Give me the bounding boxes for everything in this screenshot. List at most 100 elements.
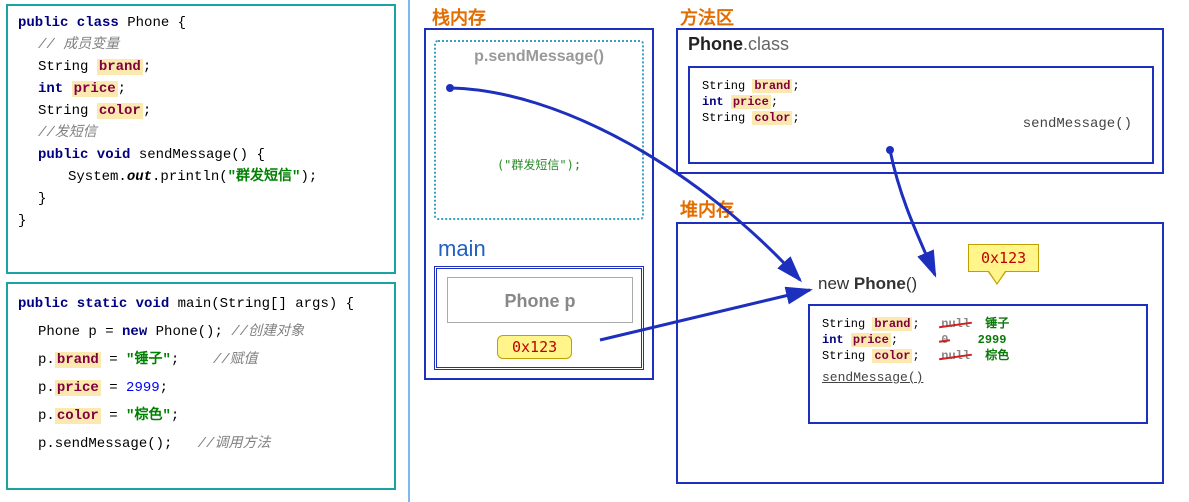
semi: ; bbox=[143, 103, 151, 119]
stack-box: p.sendMessage() ("群发短信"); main Phone p 0… bbox=[424, 28, 654, 380]
method-name: sendMessage() bbox=[1023, 116, 1132, 132]
code-class-definition: public class Phone { // 成员变量 String bran… bbox=[6, 4, 396, 274]
code-line: p.brand = "锤子"; //赋值 bbox=[18, 346, 384, 374]
code-line: p.price = 2999; bbox=[18, 374, 384, 402]
type: String bbox=[38, 59, 88, 75]
old-value: 0 bbox=[941, 333, 948, 347]
code-line: p.sendMessage(); //调用方法 bbox=[18, 430, 384, 458]
old-value: null bbox=[941, 317, 970, 331]
type: int bbox=[822, 333, 844, 347]
comment: //调用方法 bbox=[198, 436, 271, 452]
comment: //赋值 bbox=[213, 352, 258, 368]
field: color bbox=[752, 111, 792, 125]
type: String bbox=[822, 349, 865, 363]
field: price bbox=[851, 333, 891, 347]
heap-row: int price; 0 2999 bbox=[822, 332, 1134, 348]
frame-body: ("群发短信"); bbox=[436, 156, 642, 173]
out: out bbox=[127, 169, 152, 185]
pad bbox=[172, 436, 197, 452]
new-value: 锤子 bbox=[985, 317, 1009, 331]
semi: ; bbox=[771, 95, 778, 109]
label-stack: 栈内存 bbox=[432, 4, 486, 30]
variable-p: Phone p bbox=[505, 291, 576, 311]
text: main(String[] args) { bbox=[169, 296, 354, 312]
vertical-divider bbox=[408, 0, 410, 502]
class-content-box: String brand; int price; String color; s… bbox=[688, 66, 1154, 164]
comment: //创建对象 bbox=[223, 324, 304, 340]
comment: // 成员变量 bbox=[18, 34, 384, 56]
pad bbox=[179, 352, 213, 368]
frame-title: p.sendMessage() bbox=[436, 42, 642, 66]
text: System. bbox=[68, 169, 127, 185]
string-literal: "锤子" bbox=[126, 352, 171, 368]
address-text: 0x123 bbox=[497, 335, 572, 359]
text: new bbox=[818, 274, 854, 293]
type: String bbox=[38, 103, 88, 119]
stack-frame-main: Phone p 0x123 bbox=[434, 266, 644, 370]
brace: } bbox=[18, 210, 384, 232]
text: () bbox=[906, 274, 917, 293]
semi: ; bbox=[171, 408, 179, 424]
heap-row: String brand; null 锤子 bbox=[822, 316, 1134, 332]
semi: ; bbox=[143, 59, 151, 75]
text: = bbox=[101, 408, 126, 424]
semi: ; bbox=[792, 79, 799, 93]
class-name: Phone bbox=[127, 15, 169, 31]
method-name: sendMessage() { bbox=[130, 147, 264, 163]
def-line: String brand; bbox=[702, 78, 1140, 94]
heap-row: String color; null 棕色 bbox=[822, 348, 1134, 364]
semi: ; bbox=[118, 81, 126, 97]
code-line: String color; bbox=[18, 100, 384, 122]
code-line: public class Phone { bbox=[18, 12, 384, 34]
text: .println( bbox=[152, 169, 228, 185]
text: p. bbox=[38, 352, 55, 368]
semi: ; bbox=[891, 333, 898, 347]
address-bubble: 0x123 bbox=[968, 244, 1039, 272]
heap-object-box: String brand; null 锤子 int price; 0 2999 … bbox=[808, 304, 1148, 424]
semi: ; bbox=[792, 111, 799, 125]
code-line: public static void main(String[] args) { bbox=[18, 290, 384, 318]
heap-method: sendMessage() bbox=[822, 370, 1134, 386]
heap-obj-title: new Phone() bbox=[818, 274, 917, 294]
text: Phone bbox=[854, 274, 906, 293]
field: brand bbox=[55, 352, 101, 368]
type: String bbox=[822, 317, 865, 331]
text: = bbox=[101, 352, 126, 368]
new-value: 2999 bbox=[978, 333, 1007, 347]
code-line: System.out.println("群发短信"); bbox=[18, 166, 384, 188]
field: brand bbox=[97, 59, 143, 75]
text: Phone(); bbox=[147, 324, 223, 340]
keyword: public class bbox=[18, 15, 119, 31]
semi: ; bbox=[160, 380, 168, 396]
type: int bbox=[38, 81, 63, 97]
code-line: p.color = "棕色"; bbox=[18, 402, 384, 430]
code-line: String brand; bbox=[18, 56, 384, 78]
field: brand bbox=[752, 79, 792, 93]
label-heap: 堆内存 bbox=[680, 196, 734, 222]
heap-box: new Phone() 0x123 String brand; null 锤子 … bbox=[676, 222, 1164, 484]
field: price bbox=[55, 380, 101, 396]
comment: //发短信 bbox=[18, 122, 384, 144]
field: color bbox=[55, 408, 101, 424]
code-line: public void sendMessage() { bbox=[18, 144, 384, 166]
address-pill: 0x123 bbox=[497, 335, 572, 359]
address-text: 0x123 bbox=[981, 249, 1026, 267]
string-literal: "棕色" bbox=[126, 408, 171, 424]
text: Phone bbox=[688, 34, 743, 54]
text: ); bbox=[300, 169, 317, 185]
field: price bbox=[731, 95, 771, 109]
keyword: new bbox=[122, 324, 147, 340]
field: brand bbox=[872, 317, 912, 331]
brace: } bbox=[18, 188, 384, 210]
text: p. bbox=[38, 380, 55, 396]
type: String bbox=[702, 111, 745, 125]
type: int bbox=[702, 95, 724, 109]
semi: ; bbox=[171, 352, 179, 368]
def-line: int price; bbox=[702, 94, 1140, 110]
label-method-area: 方法区 bbox=[680, 4, 734, 30]
text: Phone p = bbox=[38, 324, 122, 340]
keyword: public void bbox=[38, 147, 130, 163]
brace: { bbox=[169, 15, 186, 31]
text: = bbox=[101, 380, 126, 396]
main-label: main bbox=[438, 236, 486, 262]
